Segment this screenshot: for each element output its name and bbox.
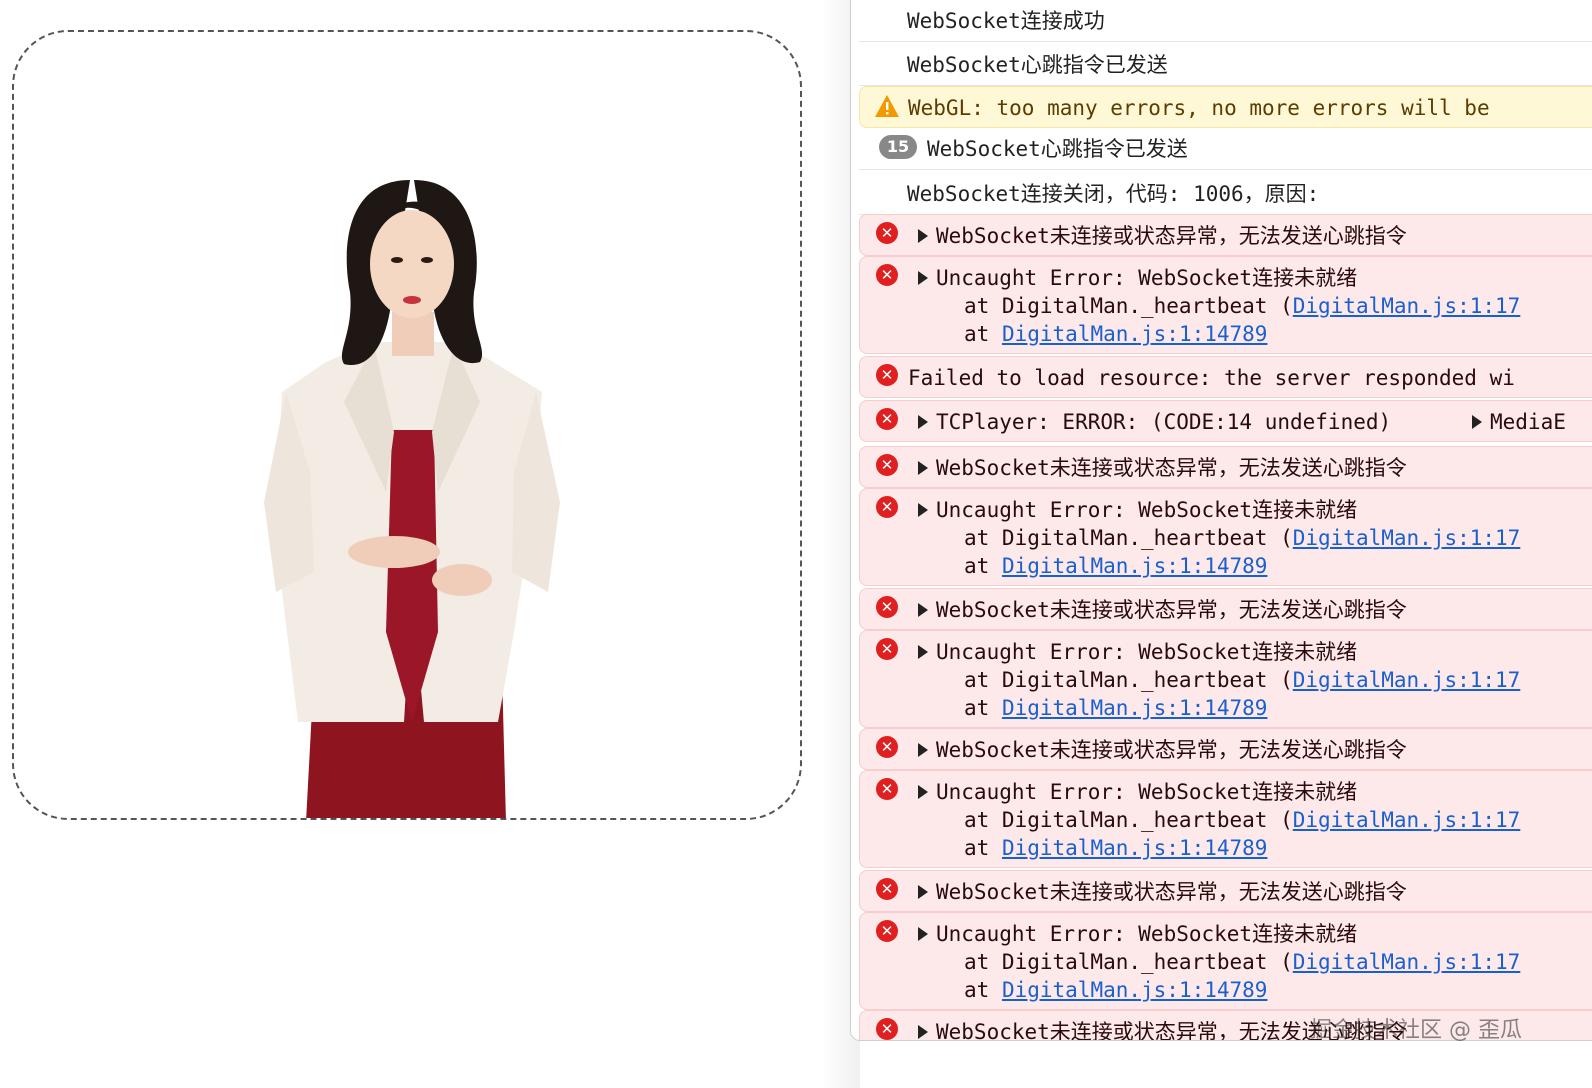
devtools-console[interactable]: WebSocket连接成功 WebSocket心跳指令已发送 WebGL: too … <box>850 0 1592 1041</box>
console-line: WebSocket连接关闭，代码: 1006，原因: <box>859 180 1592 208</box>
expand-arrow-icon[interactable] <box>918 415 928 429</box>
expand-arrow-icon[interactable] <box>1472 415 1482 429</box>
console-line: WebSocket未连接或状态异常，无法发送心跳指令 <box>860 736 1592 764</box>
expand-arrow-icon[interactable] <box>918 1025 928 1039</box>
source-link[interactable]: DigitalMan.js:1:14789 <box>1002 978 1268 1002</box>
console-message: at <box>964 554 1002 578</box>
console-line: WebSocket心跳指令已发送 <box>859 135 1592 163</box>
console-message: at DigitalMan._heartbeat ( <box>964 950 1293 974</box>
console-line: Uncaught Error: WebSocket连接未就绪 <box>860 264 1592 292</box>
source-link[interactable]: DigitalMan.js:1:17 <box>1293 668 1521 692</box>
console-line: at DigitalMan.js:1:14789 <box>860 552 1592 580</box>
console-message: WebSocket未连接或状态异常，无法发送心跳指令 <box>936 224 1407 248</box>
console-message-extra: MediaE <box>1490 410 1566 434</box>
console-line: at DigitalMan._heartbeat (DigitalMan.js:… <box>860 806 1592 834</box>
console-message: WebSocket心跳指令已发送 <box>927 137 1188 161</box>
console-message: at DigitalMan._heartbeat ( <box>964 294 1293 318</box>
expand-arrow-icon[interactable] <box>918 743 928 757</box>
expand-arrow-icon[interactable] <box>918 503 928 517</box>
console-message: at <box>964 696 1002 720</box>
console-message: at DigitalMan._heartbeat ( <box>964 526 1293 550</box>
expand-arrow-icon[interactable] <box>918 229 928 243</box>
console-message: Uncaught Error: WebSocket连接未就绪 <box>936 498 1358 522</box>
console-error-row[interactable]: ✕ TCPlayer: ERROR: (CODE:14 undefined) Med… <box>859 400 1592 442</box>
console-error-row[interactable]: ✕ Uncaught Error: WebSocket连接未就绪 at Digita… <box>859 256 1592 354</box>
console-line: WebSocket未连接或状态异常，无法发送心跳指令 <box>860 878 1592 906</box>
console-line: WebSocket未连接或状态异常，无法发送心跳指令 <box>860 596 1592 624</box>
console-message: Uncaught Error: WebSocket连接未就绪 <box>936 780 1358 804</box>
source-link[interactable]: DigitalMan.js:1:17 <box>1293 294 1521 318</box>
console-message: Failed to load resource: the server resp… <box>908 366 1515 390</box>
expand-arrow-icon[interactable] <box>918 461 928 475</box>
source-link[interactable]: DigitalMan.js:1:14789 <box>1002 322 1268 346</box>
console-error-row[interactable]: ✕ WebSocket未连接或状态异常，无法发送心跳指令 <box>859 588 1592 630</box>
console-error-row[interactable]: ✕ WebSocket未连接或状态异常，无法发送心跳指令 <box>859 214 1592 256</box>
console-message: WebSocket未连接或状态异常，无法发送心跳指令 <box>936 456 1407 480</box>
console-log-row[interactable]: WebSocket心跳指令已发送 <box>859 44 1592 86</box>
console-line: WebSocket心跳指令已发送 <box>859 51 1592 79</box>
console-log-row[interactable]: WebSocket连接关闭，代码: 1006，原因: <box>859 173 1592 215</box>
console-error-row[interactable]: ✕ WebSocket未连接或状态异常，无法发送心跳指令 <box>859 446 1592 488</box>
console-log-row[interactable]: WebSocket连接成功 <box>859 0 1592 42</box>
console-message: at <box>964 836 1002 860</box>
console-error-row[interactable]: ✕ WebSocket未连接或状态异常，无法发送心跳指令 <box>859 728 1592 770</box>
console-line: WebGL: too many errors, no more errors w… <box>860 94 1592 122</box>
console-message: WebSocket未连接或状态异常，无法发送心跳指令 <box>936 880 1407 904</box>
expand-arrow-icon[interactable] <box>918 885 928 899</box>
expand-arrow-icon[interactable] <box>918 645 928 659</box>
source-link[interactable]: DigitalMan.js:1:17 <box>1293 526 1521 550</box>
console-message: WebSocket连接成功 <box>907 9 1105 33</box>
console-line: TCPlayer: ERROR: (CODE:14 undefined) Medi… <box>860 408 1592 436</box>
console-line: at DigitalMan.js:1:14789 <box>860 834 1592 862</box>
console-message: WebSocket连接关闭，代码: 1006，原因: <box>907 182 1320 206</box>
console-message: WebSocket心跳指令已发送 <box>907 53 1168 77</box>
console-line: Uncaught Error: WebSocket连接未就绪 <box>860 920 1592 948</box>
console-line: at DigitalMan._heartbeat (DigitalMan.js:… <box>860 666 1592 694</box>
console-message: at <box>964 322 1002 346</box>
console-log-row[interactable]: 15 WebSocket心跳指令已发送 <box>859 128 1592 170</box>
console-message: WebGL: too many errors, no more errors w… <box>908 96 1490 120</box>
console-line: at DigitalMan.js:1:14789 <box>860 976 1592 1004</box>
console-line: Uncaught Error: WebSocket连接未就绪 <box>860 778 1592 806</box>
console-error-row[interactable]: ✕ Uncaught Error: WebSocket连接未就绪 at Digita… <box>859 630 1592 728</box>
console-message: WebSocket未连接或状态异常，无法发送心跳指令 <box>936 598 1407 622</box>
source-link[interactable]: DigitalMan.js:1:14789 <box>1002 696 1268 720</box>
console-message: Uncaught Error: WebSocket连接未就绪 <box>936 640 1358 664</box>
expand-arrow-icon[interactable] <box>918 785 928 799</box>
console-message: at <box>964 978 1002 1002</box>
console-error-row[interactable]: ✕ Uncaught Error: WebSocket连接未就绪 at Digita… <box>859 488 1592 586</box>
console-line: WebSocket未连接或状态异常，无法发送心跳指令 <box>860 222 1592 250</box>
console-error-row[interactable]: ✕ Failed to load resource: the server res… <box>859 356 1592 398</box>
console-message: at DigitalMan._heartbeat ( <box>964 808 1293 832</box>
console-message: WebSocket未连接或状态异常，无法发送心跳指令 <box>936 738 1407 762</box>
console-line: WebSocket未连接或状态异常，无法发送心跳指令 <box>860 454 1592 482</box>
console-error-row[interactable]: ✕ Uncaught Error: WebSocket连接未就绪 at Digita… <box>859 770 1592 868</box>
console-line: WebSocket连接成功 <box>859 7 1592 35</box>
console-message: TCPlayer: ERROR: (CODE:14 undefined) <box>936 410 1392 434</box>
console-message: Uncaught Error: WebSocket连接未就绪 <box>936 922 1358 946</box>
console-error-row[interactable]: ✕ WebSocket未连接或状态异常，无法发送心跳指令 <box>859 870 1592 912</box>
console-message: at DigitalMan._heartbeat ( <box>964 668 1293 692</box>
console-message: Uncaught Error: WebSocket连接未就绪 <box>936 266 1358 290</box>
digital-human-stage <box>12 30 802 820</box>
console-line: at DigitalMan._heartbeat (DigitalMan.js:… <box>860 292 1592 320</box>
expand-arrow-icon[interactable] <box>918 271 928 285</box>
console-error-row[interactable]: ✕ Uncaught Error: WebSocket连接未就绪 at Digita… <box>859 912 1592 1010</box>
digital-human-avatar <box>264 180 560 818</box>
expand-arrow-icon[interactable] <box>918 603 928 617</box>
source-link[interactable]: DigitalMan.js:1:14789 <box>1002 554 1268 578</box>
watermark: 掘金技术社区 @ 歪瓜 <box>1310 1018 1522 1043</box>
source-link[interactable]: DigitalMan.js:1:17 <box>1293 950 1521 974</box>
console-line: at DigitalMan.js:1:14789 <box>860 320 1592 348</box>
console-line: at DigitalMan.js:1:14789 <box>860 694 1592 722</box>
console-line: Uncaught Error: WebSocket连接未就绪 <box>860 496 1592 524</box>
console-warning-row[interactable]: WebGL: too many errors, no more errors w… <box>859 86 1592 128</box>
source-link[interactable]: DigitalMan.js:1:14789 <box>1002 836 1268 860</box>
console-line: Uncaught Error: WebSocket连接未就绪 <box>860 638 1592 666</box>
console-line: at DigitalMan._heartbeat (DigitalMan.js:… <box>860 524 1592 552</box>
console-line: Failed to load resource: the server resp… <box>860 364 1592 392</box>
expand-arrow-icon[interactable] <box>918 927 928 941</box>
source-link[interactable]: DigitalMan.js:1:17 <box>1293 808 1521 832</box>
console-line: at DigitalMan._heartbeat (DigitalMan.js:… <box>860 948 1592 976</box>
